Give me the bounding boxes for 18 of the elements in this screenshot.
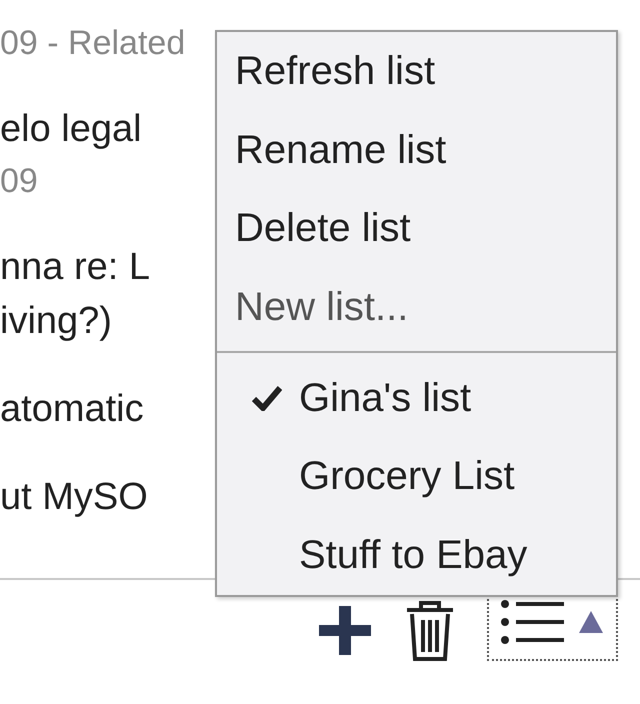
list-menu-item[interactable]: Grocery List — [217, 438, 616, 516]
list-menu-item[interactable]: Stuff to Ebay — [217, 516, 616, 595]
list-name: Grocery List — [299, 454, 515, 500]
list-menu-item[interactable]: Gina's list — [217, 358, 616, 438]
add-icon[interactable] — [317, 604, 373, 656]
list-name: Stuff to Ebay — [299, 533, 528, 578]
task-title: ut MySO — [0, 475, 148, 520]
menu-item[interactable]: Delete list — [217, 189, 616, 268]
menu-item[interactable]: Refresh list — [217, 32, 616, 111]
task-title: nna re: L — [0, 245, 150, 290]
task-title: iving?) — [0, 299, 112, 344]
task-detail: 09 — [0, 161, 38, 202]
task-title: elo legal — [0, 107, 142, 152]
list-name: Gina's list — [299, 376, 472, 421]
task-title: atomatic — [0, 387, 144, 432]
menu-item[interactable]: Rename list — [217, 110, 616, 190]
caret-icon — [577, 609, 605, 635]
task-detail: 09 - Related — [0, 23, 186, 64]
